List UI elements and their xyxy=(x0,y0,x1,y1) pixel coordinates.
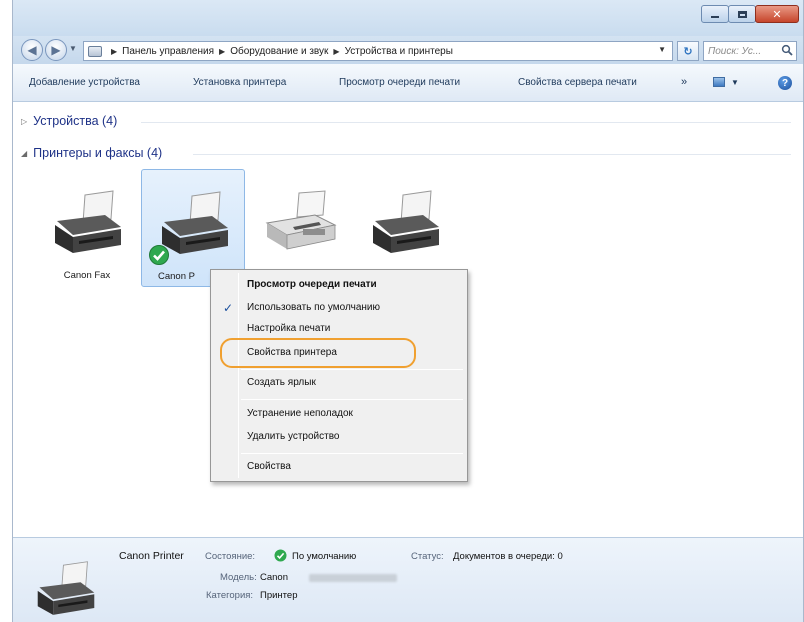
address-bar[interactable]: ▶ Панель управления ▶ Оборудование и зву… xyxy=(83,41,673,61)
menu-item-printing-preferences[interactable]: Настройка печати xyxy=(247,323,330,334)
group-divider xyxy=(141,122,791,123)
details-category-value: Принтер xyxy=(260,590,298,601)
breadcrumb-devices-printers[interactable]: Устройства и принтеры xyxy=(345,46,453,57)
maximize-icon xyxy=(737,10,747,18)
devices-and-printers-window: ✕ ◀ ▶ ▼ ▶ Панель управления ▶ Оборудован… xyxy=(12,0,804,622)
details-state-label: Состояние: xyxy=(205,551,256,562)
group-header-printers[interactable]: ◢ Принтеры и факсы (4) xyxy=(21,146,162,160)
check-icon: ✓ xyxy=(223,301,234,315)
see-print-queue-button[interactable]: Просмотр очереди печати xyxy=(339,77,460,88)
minimize-icon xyxy=(711,15,719,18)
menu-separator xyxy=(241,453,463,454)
forward-button[interactable]: ▶ xyxy=(45,39,67,61)
address-row: ◀ ▶ ▼ ▶ Панель управления ▶ Оборудование… xyxy=(13,36,803,64)
minimize-button[interactable] xyxy=(701,5,729,23)
default-check-icon xyxy=(149,245,169,265)
printer-icon xyxy=(37,561,95,615)
search-icon[interactable] xyxy=(781,44,793,56)
default-check-icon xyxy=(274,549,287,562)
maximize-button[interactable] xyxy=(728,5,756,23)
breadcrumb-control-panel[interactable]: Панель управления xyxy=(122,46,214,57)
fax-icon xyxy=(265,190,337,250)
collapse-arrow-icon[interactable]: ◢ xyxy=(21,149,27,158)
group-label-printers: Принтеры и факсы (4) xyxy=(33,146,163,160)
title-bar: ✕ xyxy=(13,0,803,36)
breadcrumb-hardware-sound[interactable]: Оборудование и звук xyxy=(230,46,328,57)
details-model-redacted xyxy=(309,574,397,582)
close-icon: ✕ xyxy=(772,8,782,21)
details-state-value: По умолчанию xyxy=(292,551,357,562)
search-placeholder: Поиск: Ус... xyxy=(708,45,762,57)
menu-item-remove-device[interactable]: Удалить устройство xyxy=(247,431,339,442)
menu-item-troubleshoot[interactable]: Устранение неполадок xyxy=(247,408,353,419)
details-model-value: Canon xyxy=(260,572,288,583)
recent-pages-dropdown[interactable]: ▼ xyxy=(69,44,77,53)
chevron-down-icon: ▼ xyxy=(731,77,739,87)
menu-item-set-default[interactable]: Использовать по умолчанию xyxy=(247,302,380,313)
details-pane: Canon Printer Состояние: По умолчанию Ст… xyxy=(13,537,803,622)
menu-item-create-shortcut[interactable]: Создать ярлык xyxy=(247,377,316,388)
close-button[interactable]: ✕ xyxy=(755,5,799,23)
printer-icon xyxy=(373,190,439,253)
breadcrumb-arrow-icon[interactable]: ▶ xyxy=(111,47,117,56)
print-server-properties-button[interactable]: Свойства сервера печати xyxy=(518,77,637,88)
device-canon-fax[interactable]: Canon Fax xyxy=(35,169,139,287)
refresh-icon: ↻ xyxy=(683,45,693,58)
printer-icon xyxy=(55,190,121,253)
add-printer-button[interactable]: Установка принтера xyxy=(193,77,286,88)
refresh-button[interactable]: ↻ xyxy=(677,41,699,61)
details-model-label: Модель: xyxy=(220,572,257,583)
command-bar: Добавление устройства Установка принтера… xyxy=(13,64,803,102)
group-label-devices: Устройства (4) xyxy=(33,114,118,128)
menu-separator xyxy=(241,399,463,400)
menu-item-see-print-queue[interactable]: Просмотр очереди печати xyxy=(247,279,377,290)
search-input[interactable]: Поиск: Ус... xyxy=(703,41,797,61)
help-icon[interactable]: ? xyxy=(778,76,792,90)
more-commands-button[interactable]: » xyxy=(681,76,687,88)
add-device-button[interactable]: Добавление устройства xyxy=(29,77,140,88)
details-status-label: Статус: xyxy=(411,551,444,562)
highlight-ring xyxy=(220,338,416,368)
details-category-label: Категория: xyxy=(206,590,254,601)
group-divider xyxy=(193,154,791,155)
caption-buttons: ✕ xyxy=(701,5,799,23)
menu-separator xyxy=(241,369,463,370)
context-menu: Просмотр очереди печати ✓ Использовать п… xyxy=(210,269,468,482)
group-header-devices[interactable]: ▷ Устройства (4) xyxy=(21,114,117,128)
details-device-name: Canon Printer xyxy=(119,550,184,562)
view-icon xyxy=(713,77,725,87)
folder-icon xyxy=(88,45,102,57)
back-icon: ◀ xyxy=(27,43,37,57)
forward-icon: ▶ xyxy=(51,43,61,57)
breadcrumb-arrow-icon[interactable]: ▶ xyxy=(219,47,225,56)
details-status-value: Документов в очереди: 0 xyxy=(453,551,563,562)
breadcrumb-arrow-icon[interactable]: ▶ xyxy=(333,47,339,56)
address-dropdown-icon[interactable]: ▼ xyxy=(658,45,666,54)
back-button[interactable]: ◀ xyxy=(21,39,43,61)
expand-arrow-icon[interactable]: ▷ xyxy=(21,117,27,126)
menu-item-properties[interactable]: Свойства xyxy=(247,461,291,472)
device-label: Canon Fax xyxy=(63,270,111,281)
change-view-button[interactable]: ▼ xyxy=(713,77,739,87)
menu-gutter xyxy=(238,273,239,478)
